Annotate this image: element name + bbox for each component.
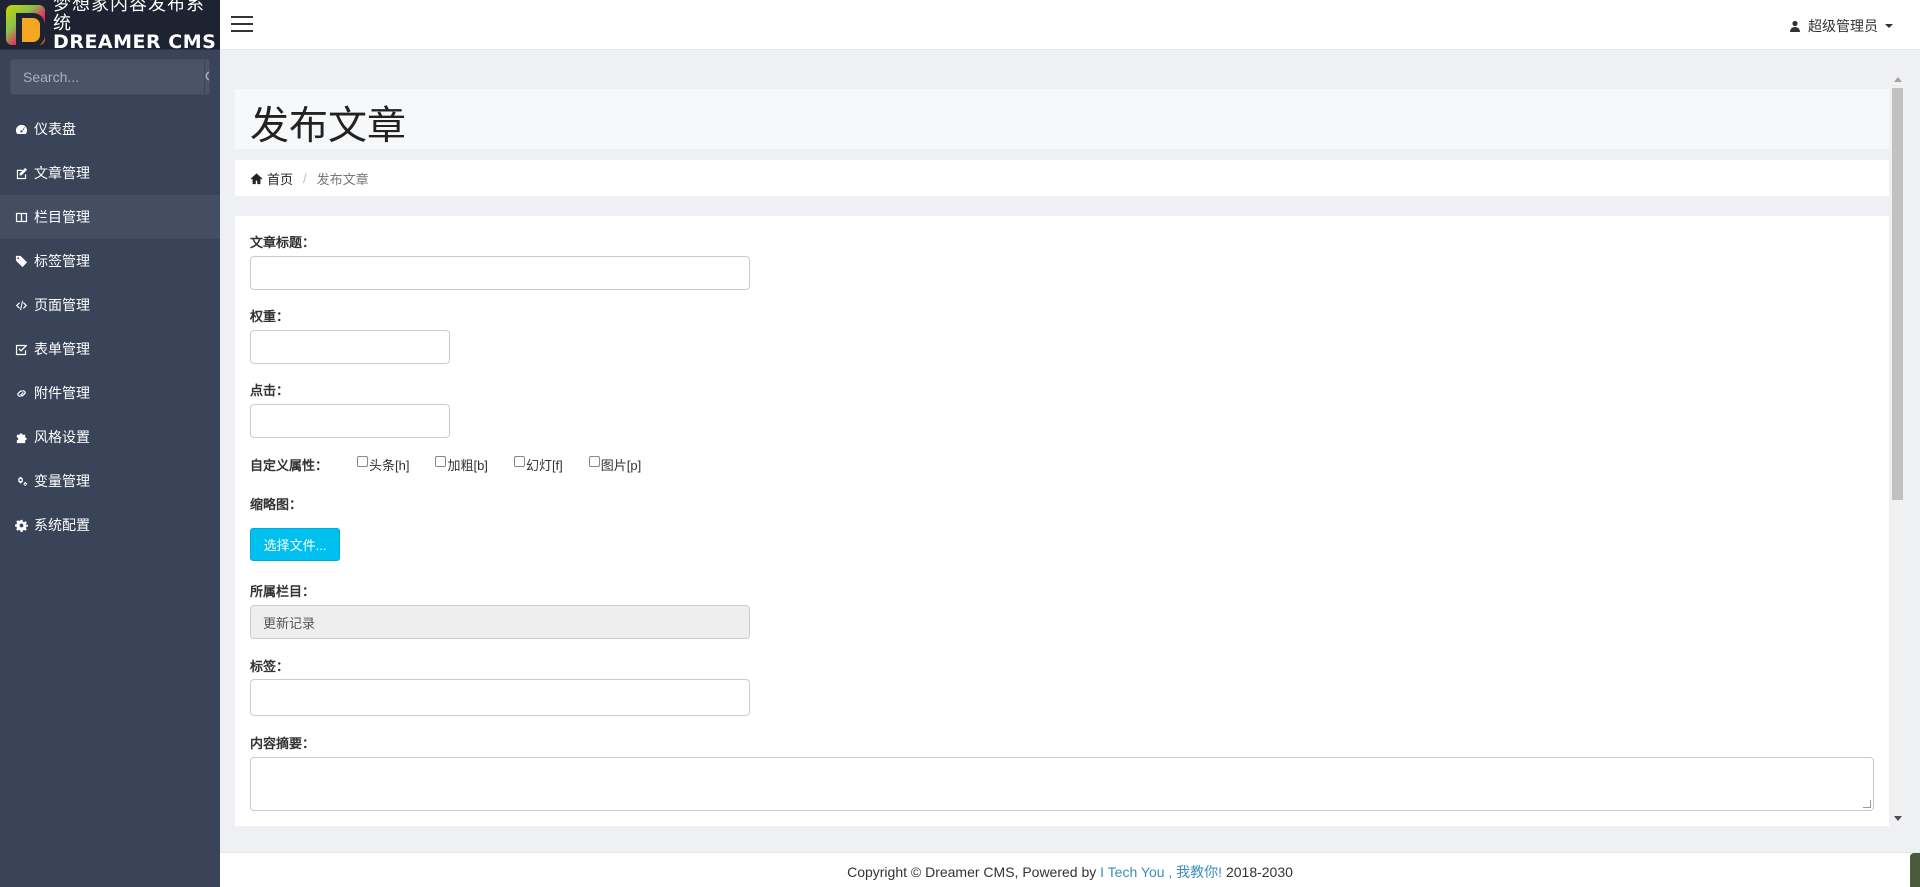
sidebar-item-articles[interactable]: 文章管理 — [0, 151, 220, 195]
weight-label: 权重： — [250, 309, 290, 324]
sidebar-item-system[interactable]: 系统配置 — [0, 503, 220, 547]
title-input[interactable] — [250, 256, 750, 290]
footer-link[interactable]: I Tech You , 我教你! — [1100, 864, 1222, 880]
gears-icon — [15, 475, 28, 488]
category-label: 所属栏目： — [250, 584, 316, 599]
sidebar-item-label: 变量管理 — [34, 473, 90, 489]
title-label: 文章标题： — [250, 235, 316, 250]
breadcrumb-separator: / — [303, 170, 307, 186]
search-input[interactable] — [11, 60, 204, 94]
footer-copyright: Copyright © Dreamer CMS, Powered by — [847, 864, 1101, 880]
thumbnail-label: 缩略图： — [250, 497, 303, 512]
code-icon — [15, 299, 28, 312]
user-name: 超级管理员 — [1808, 18, 1878, 34]
sidebar-item-label: 文章管理 — [34, 165, 90, 181]
sidebar-item-pages[interactable]: 页面管理 — [0, 283, 220, 327]
checkbox[interactable] — [435, 456, 447, 467]
footer: Copyright © Dreamer CMS, Powered by I Te… — [220, 852, 1920, 887]
sidebar-item-style[interactable]: 风格设置 — [0, 415, 220, 459]
breadcrumb: 首页 / 发布文章 — [235, 160, 1889, 196]
corner-widget — [1910, 853, 1920, 887]
sidebar-item-label: 表单管理 — [34, 341, 90, 357]
sidebar-item-label: 系统配置 — [34, 517, 90, 533]
search-icon — [205, 71, 209, 81]
attr-checkbox-picture[interactable]: 图片[p] — [588, 455, 641, 474]
content-scrollbar[interactable] — [1890, 72, 1905, 826]
tags-input[interactable] — [250, 679, 750, 716]
tags-label: 标签： — [250, 659, 290, 674]
edit-icon — [15, 167, 28, 180]
article-form: 文章标题： 权重： 点击： 自定义属性： 头条[h] 加粗[b] 幻灯[f] 图… — [235, 216, 1889, 826]
attr-checkbox-slide[interactable]: 幻灯[f] — [513, 455, 563, 474]
puzzle-icon — [15, 431, 28, 444]
search-button[interactable] — [204, 60, 209, 94]
sidebar: 梦想家内容发布系统 DREAMER CMS 仪表盘 文章管理 栏目管理 标签管理… — [0, 0, 220, 887]
sidebar-item-label: 标签管理 — [34, 253, 90, 269]
sidebar-item-label: 附件管理 — [34, 385, 90, 401]
sidebar-item-dashboard[interactable]: 仪表盘 — [0, 107, 220, 151]
resize-handle-icon[interactable] — [1863, 800, 1871, 808]
sidebar-item-forms[interactable]: 表单管理 — [0, 327, 220, 371]
gear-icon — [15, 519, 28, 532]
brand-logo[interactable]: 梦想家内容发布系统 DREAMER CMS — [0, 0, 220, 54]
attr-checkbox-bold[interactable]: 加粗[b] — [435, 455, 488, 474]
sidebar-menu: 仪表盘 文章管理 栏目管理 标签管理 页面管理 表单管理 附件管理 风格设置 变… — [0, 107, 220, 547]
sidebar-item-label: 页面管理 — [34, 297, 90, 313]
sidebar-item-label: 仪表盘 — [34, 121, 76, 137]
attr-checkbox-headline[interactable]: 头条[h] — [357, 455, 409, 474]
scroll-up-arrow-icon[interactable] — [1894, 77, 1902, 82]
logo-icon — [6, 4, 46, 45]
dashboard-icon — [15, 123, 28, 136]
checkbox[interactable] — [357, 456, 368, 467]
footer-years: 2018-2030 — [1222, 864, 1293, 880]
tags-icon — [15, 255, 28, 268]
breadcrumb-current: 发布文章 — [316, 171, 369, 187]
choose-file-button[interactable]: 选择文件... — [250, 528, 340, 561]
sidebar-item-tags[interactable]: 标签管理 — [0, 239, 220, 283]
checkbox[interactable] — [588, 456, 600, 467]
user-icon — [1790, 20, 1800, 32]
scroll-down-arrow-icon[interactable] — [1894, 816, 1902, 821]
link-icon — [15, 387, 28, 400]
caret-down-icon — [1885, 24, 1893, 28]
menu-toggle-icon[interactable] — [231, 16, 253, 32]
sidebar-item-attachments[interactable]: 附件管理 — [0, 371, 220, 415]
search-box — [10, 59, 210, 95]
sidebar-item-label: 风格设置 — [34, 429, 90, 445]
summary-label: 内容摘要： — [250, 736, 316, 751]
sidebar-item-columns[interactable]: 栏目管理 — [0, 195, 220, 239]
page-title: 发布文章 — [250, 104, 407, 149]
weight-input[interactable] — [250, 330, 450, 364]
sidebar-item-label: 栏目管理 — [34, 209, 90, 225]
home-icon — [250, 171, 267, 186]
clicks-input[interactable] — [250, 404, 450, 438]
category-value: 更新记录 — [263, 615, 316, 631]
brand-name-cn: 梦想家内容发布系统 — [53, 0, 206, 34]
top-navbar: 超级管理员 — [220, 0, 1920, 50]
columns-icon — [15, 211, 28, 224]
summary-textarea[interactable] — [250, 757, 1874, 811]
scrollbar-thumb[interactable] — [1892, 88, 1903, 500]
content-header: 发布文章 — [235, 89, 1889, 149]
custom-attrs-label: 自定义属性： — [250, 458, 329, 473]
check-square-icon — [15, 343, 28, 356]
brand-name-en: DREAMER CMS — [53, 31, 217, 54]
sidebar-item-variables[interactable]: 变量管理 — [0, 459, 220, 503]
custom-attrs-group: 头条[h] 加粗[b] 幻灯[f] 图片[p] — [357, 455, 667, 474]
user-menu[interactable]: 超级管理员 — [1789, 16, 1893, 36]
category-select[interactable]: 更新记录 — [250, 605, 750, 639]
clicks-label: 点击： — [250, 383, 290, 398]
checkbox[interactable] — [513, 456, 525, 467]
breadcrumb-home-link[interactable]: 首页 — [267, 169, 293, 188]
